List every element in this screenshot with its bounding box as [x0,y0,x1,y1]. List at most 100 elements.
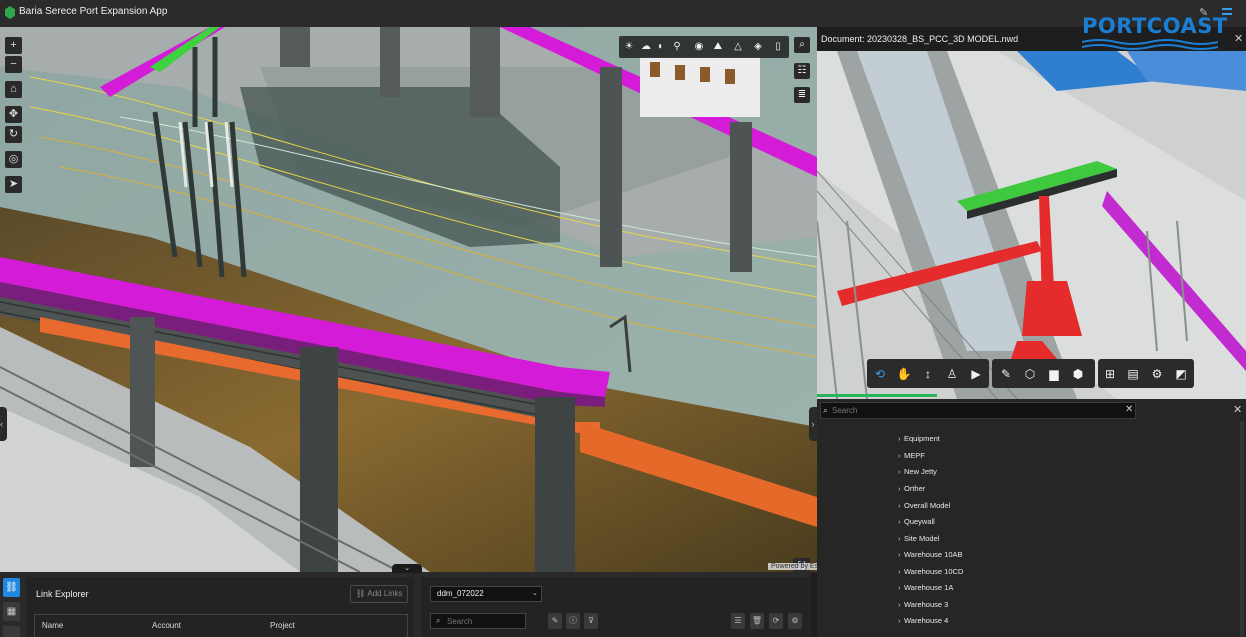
fullscreen-icon[interactable]: ◩ [1172,365,1190,383]
left-panel-collapse[interactable]: ‹ [0,407,7,441]
column-header-name[interactable]: Name [42,621,63,630]
tree-item-label: Site Model [904,534,940,543]
link-icon[interactable]: ⛓ [3,578,20,597]
search-icon[interactable]: ⌕ [794,37,810,53]
column-header-account[interactable]: Account [152,621,181,630]
tree-item-warehouse-10cd[interactable]: › Warehouse 10CD [898,567,963,576]
scene-viewer[interactable]: + − ⌂ ✥ ↻ ◎ ➤ ☀ ☁ ◐ ⚲ ◉ ⛰ △ ◈ ▯ ⌕ ☷ ≣ ‹ … [0,27,817,572]
sync-icon[interactable]: ⚙ [788,613,802,629]
link-table-header [34,614,408,637]
filter-icon[interactable]: ⊽ [584,613,598,629]
tree-item-label: Queywall [904,517,935,526]
document-title: Document: 20230328_BS_PCC_3D MODEL.nwd [821,34,1019,44]
document-panel: Document: 20230328_BS_PCC_3D MODEL.nwd ✕ [817,27,1246,399]
tree-item-warehouse-4[interactable]: › Warehouse 4 [898,616,948,625]
edit-model-icon[interactable]: ✎ [548,613,562,629]
tree-item-label: New Jetty [904,467,937,476]
tree-item-mepf[interactable]: › MEPF [898,451,925,460]
tree-item-label: Equipment [904,434,940,443]
model-tree-icon[interactable]: ⊞ [1101,365,1119,383]
zoom-in-icon[interactable]: + [5,37,22,54]
tree-item-label: Overall Model [904,501,951,510]
layer-list-icon[interactable]: ≣ [794,87,810,103]
portcoast-waves-logo [1082,39,1218,50]
refresh-icon[interactable]: ⟳ [769,613,783,629]
rotate-icon[interactable]: ↻ [5,126,22,143]
hexagon-logo-icon [5,6,15,19]
tree-scrollbar[interactable] [1240,421,1244,637]
search-icon: ⌕ [823,405,829,415]
walk-icon[interactable]: ♙ [943,365,961,383]
home-icon[interactable]: ⌂ [5,81,22,98]
settings-icon[interactable]: ⚙ [1148,365,1166,383]
vertical-move-icon[interactable]: ↕ [919,365,937,383]
tree-item-queywall[interactable]: › Queywall [898,517,935,526]
compass-icon[interactable]: ◎ [5,151,22,168]
layers-icon[interactable]: ◐ [653,39,669,55]
tree-item-label: Warehouse 10AB [904,550,963,559]
tree-item-warehouse-3[interactable]: › Warehouse 3 [898,600,948,609]
table-icon[interactable]: ▦ [3,602,20,621]
legend-icon[interactable]: ☷ [794,63,810,79]
basemap-icon[interactable]: ◉ [691,39,707,55]
list-check-icon[interactable]: ☰ [731,613,745,629]
tree-item-label: Warehouse 1A [904,583,954,592]
bookmark-icon[interactable]: ▯ [770,39,786,55]
elevation-icon[interactable]: ⛰ [710,39,726,55]
line-of-sight-icon[interactable]: ◈ [750,39,766,55]
north-arrow-icon[interactable]: ➤ [5,176,22,193]
hand-pan-icon[interactable]: ✋ [895,365,913,383]
section-box-icon[interactable]: ⬡ [1021,365,1039,383]
tree-item-warehouse-10ab[interactable]: › Warehouse 10AB [898,550,963,559]
link-explorer-title: Link Explorer [36,589,89,599]
port-scene-render [0,27,817,572]
model-cube-icon[interactable]: ⬢ [1069,365,1087,383]
model-tree-panel [817,399,1246,637]
chevron-down-icon: ⌄ [532,590,538,597]
tree-item-equipment[interactable]: › Equipment [898,434,940,443]
measure-pencil-icon[interactable]: ✎ [997,365,1015,383]
tree-search-input[interactable] [832,404,1112,417]
orbit-icon[interactable]: ⟲ [871,365,889,383]
info-icon[interactable]: ⓘ [566,613,580,629]
document-model-render [817,51,1246,399]
document-3d-view[interactable] [817,51,1246,399]
tree-item-overall-model[interactable]: › Overall Model [898,501,950,510]
tree-item-label: Warehouse 3 [904,600,949,609]
clear-search-icon[interactable]: ✕ [1125,404,1133,415]
tree-item-warehouse-1a[interactable]: › Warehouse 1A [898,583,953,592]
tree-item-new-jetty[interactable]: › New Jetty [898,467,937,476]
panel-divider [811,572,817,637]
model-select[interactable]: ddm_072022 [430,586,542,602]
properties-icon[interactable]: ▤ [1124,365,1142,383]
tree-item-label: Warehouse 4 [904,616,949,625]
tree-item-label: MEPF [904,451,925,460]
close-icon[interactable]: ✕ [1234,32,1243,45]
delete-icon[interactable]: 🗑 [750,613,764,629]
zoom-out-icon[interactable]: − [5,56,22,73]
close-icon[interactable]: ✕ [1233,403,1242,416]
model-search-input[interactable] [447,615,523,627]
measure-icon[interactable]: ⚲ [669,39,685,55]
tree-item-label: Orther [904,484,926,493]
add-links-button[interactable]: ⛓ Add Links [350,585,408,603]
column-header-project[interactable]: Project [270,621,295,630]
camera-icon[interactable]: ▶ [967,365,985,383]
app-title: Baria Serece Port Expansion App [19,6,168,17]
weather-icon[interactable]: ☁ [638,39,654,55]
link-icon: ⛓ [355,589,368,598]
folder-icon[interactable]: ▆ [1045,365,1063,383]
tree-item-label: Warehouse 10CD [904,567,964,576]
daylight-icon[interactable]: ☀ [621,39,637,55]
search-icon: ⌕ [436,616,441,625]
load-progress-bar [817,394,937,397]
slice-icon[interactable]: △ [730,39,746,55]
pan-icon[interactable]: ✥ [5,106,22,123]
right-panel-collapse[interactable]: › [809,407,817,441]
bottom-panel-collapse[interactable]: ⌄ [392,564,422,573]
portcoast-logo: PORTCOAST [1082,14,1228,38]
tree-item-orther[interactable]: › Orther [898,484,925,493]
tree-item-site-model[interactable]: › Site Model [898,534,939,543]
add-links-label: Add Links [367,589,403,598]
more-tab[interactable] [3,626,20,637]
